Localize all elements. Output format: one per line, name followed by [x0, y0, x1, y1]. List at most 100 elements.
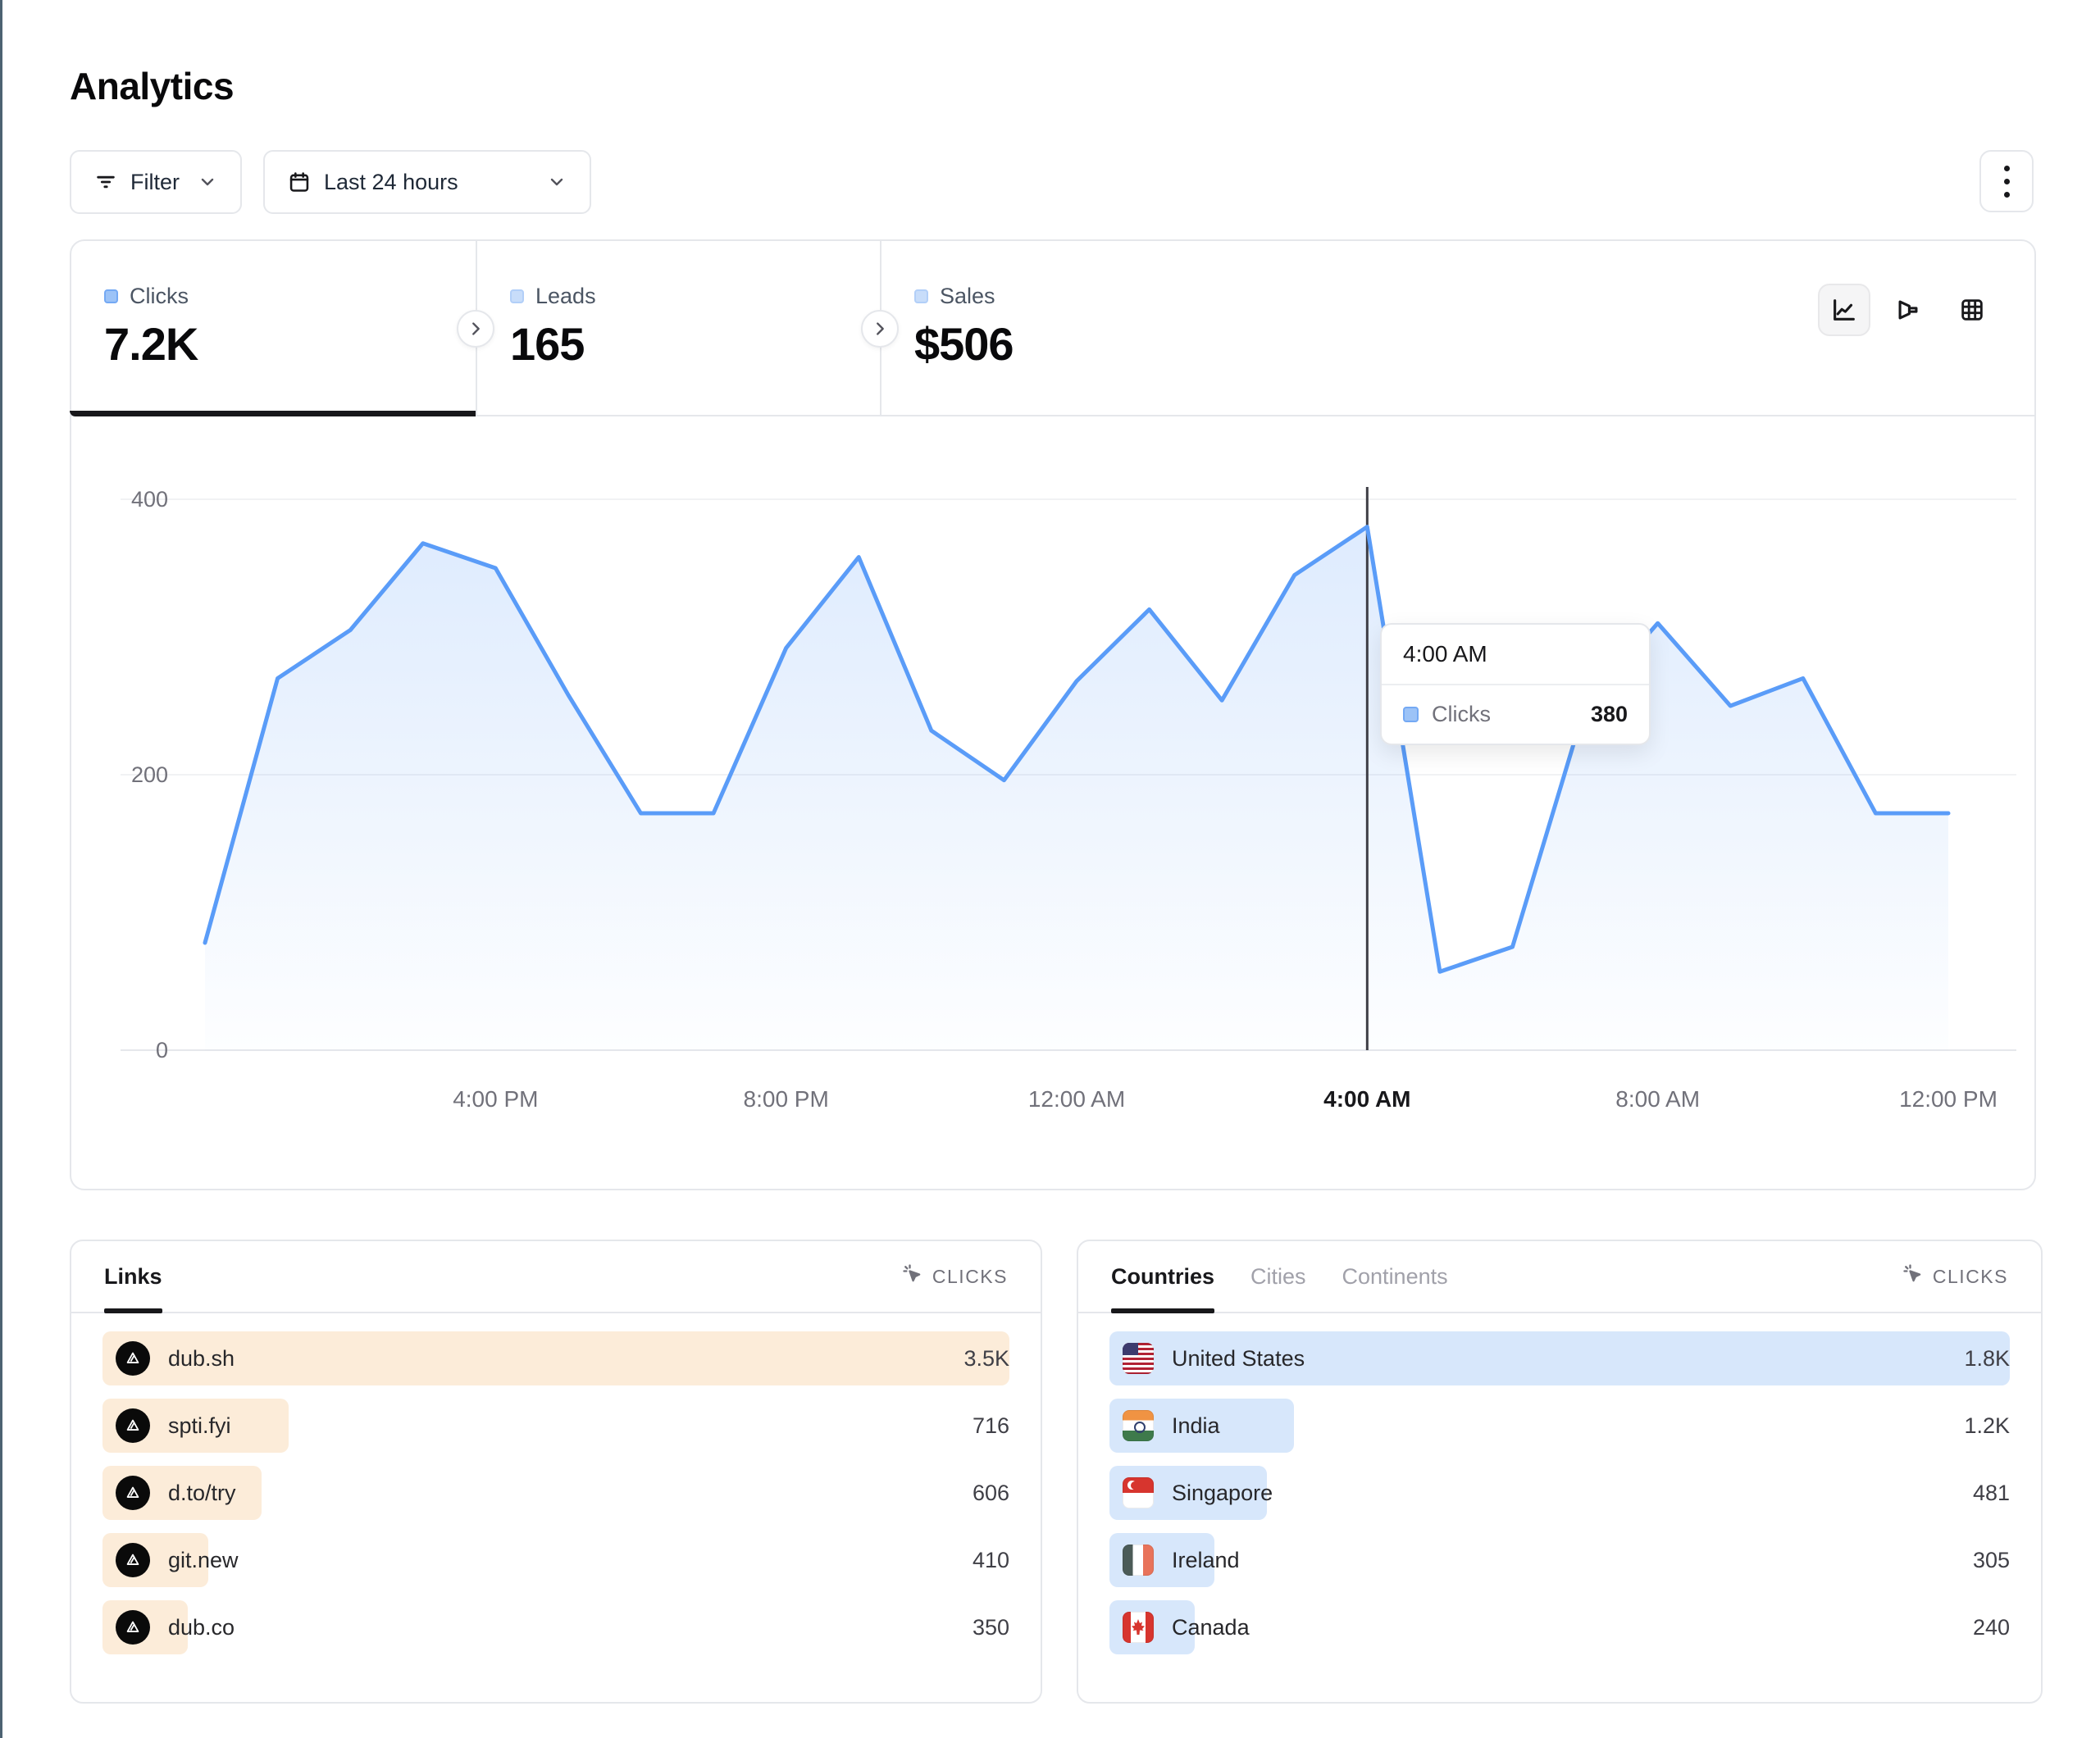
- dub-logo-icon: [116, 1341, 150, 1376]
- svg-text:12:00 AM: 12:00 AM: [1028, 1086, 1125, 1112]
- tab-continents[interactable]: Continents: [1342, 1241, 1448, 1312]
- chart-view-toggles: [1818, 284, 1998, 336]
- link-label: spti.fyi: [168, 1413, 231, 1439]
- leads-legend-chip: [510, 289, 524, 303]
- expand-leads-chevron-button[interactable]: [861, 310, 899, 348]
- stat-tab-clicks[interactable]: Clicks 7.2K: [71, 241, 476, 415]
- country-flag-icon: [1123, 1545, 1154, 1576]
- clicks-timeseries-plot[interactable]: 0 200 400 4:00 PM 8:00 PM 12:00 AM 4:00 AM 8:00…: [71, 416, 2034, 1190]
- countries-panel: Countries Cities Continents CLICKS United …: [1077, 1240, 2043, 1704]
- tab-countries[interactable]: Countries: [1111, 1241, 1214, 1312]
- tooltip-time: 4:00 AM: [1382, 625, 1649, 684]
- country-label: United States: [1172, 1346, 1305, 1372]
- country-label: Singapore: [1172, 1481, 1273, 1506]
- svg-text:400: 400: [131, 487, 168, 512]
- clicks-legend-chip: [104, 289, 118, 303]
- country-label: India: [1172, 1413, 1220, 1439]
- page-title: Analytics: [70, 64, 234, 108]
- country-row[interactable]: United States 1.8K: [1109, 1331, 2010, 1385]
- link-clicks-value: 410: [973, 1548, 1009, 1573]
- link-label: dub.sh: [168, 1346, 235, 1372]
- stat-label: Leads: [535, 284, 596, 309]
- svg-text:4:00 PM: 4:00 PM: [453, 1086, 538, 1112]
- country-row[interactable]: Ireland 305: [1109, 1533, 2010, 1587]
- svg-text:200: 200: [131, 762, 168, 787]
- stat-tab-leads[interactable]: Leads 165: [476, 241, 880, 415]
- link-row[interactable]: d.to/try 606: [102, 1466, 1009, 1520]
- link-bar: [102, 1331, 1009, 1385]
- svg-text:4:00 AM: 4:00 AM: [1323, 1086, 1410, 1112]
- stat-value-leads: 165: [510, 317, 880, 371]
- country-flag-icon: [1123, 1410, 1154, 1441]
- chevron-down-icon: [198, 172, 217, 192]
- link-clicks-value: 606: [973, 1481, 1009, 1506]
- stats-tabs-row: Clicks 7.2K Leads 165 Sales $506: [71, 241, 2034, 416]
- filter-button[interactable]: Filter: [70, 150, 242, 214]
- analytics-page: Analytics Filter Last 24 hours: [0, 0, 2100, 1738]
- stat-tab-sales[interactable]: Sales $506: [880, 241, 1284, 415]
- line-chart-view-button[interactable]: [1818, 284, 1870, 336]
- country-label: Ireland: [1172, 1548, 1240, 1573]
- more-options-button[interactable]: [1979, 150, 2034, 212]
- tooltip-value: 380: [1591, 702, 1628, 727]
- dub-logo-icon: [116, 1610, 150, 1645]
- tooltip-series-name: Clicks: [1432, 702, 1491, 727]
- tab-cities[interactable]: Cities: [1250, 1241, 1306, 1312]
- country-clicks-value: 1.2K: [1964, 1413, 2010, 1439]
- link-row[interactable]: git.new 410: [102, 1533, 1009, 1587]
- link-row[interactable]: dub.co 350: [102, 1600, 1009, 1654]
- cursor-click-icon: [1902, 1263, 1925, 1290]
- links-list: dub.sh 3.5K spti.fyi 716 d.to/try 606: [71, 1313, 1041, 1654]
- date-range-button[interactable]: Last 24 hours: [263, 150, 591, 214]
- country-row[interactable]: India 1.2K: [1109, 1399, 2010, 1453]
- country-row[interactable]: Singapore 481: [1109, 1466, 2010, 1520]
- toolbar: Filter Last 24 hours: [70, 150, 591, 214]
- dub-logo-icon: [116, 1408, 150, 1443]
- svg-text:12:00 PM: 12:00 PM: [1899, 1086, 1998, 1112]
- table-view-button[interactable]: [1946, 284, 1998, 336]
- svg-text:8:00 AM: 8:00 AM: [1615, 1086, 1700, 1112]
- stat-value-sales: $506: [914, 317, 1284, 371]
- sales-legend-chip: [914, 289, 928, 303]
- funnel-view-button[interactable]: [1882, 284, 1934, 336]
- chart-tooltip: 4:00 AM Clicks 380: [1380, 623, 1651, 745]
- link-label: git.new: [168, 1548, 239, 1573]
- country-label: Canada: [1172, 1615, 1250, 1640]
- link-clicks-value: 3.5K: [963, 1346, 1009, 1372]
- country-clicks-value: 305: [1973, 1548, 2010, 1573]
- dub-logo-icon: [116, 1543, 150, 1577]
- country-flag-icon: [1123, 1343, 1154, 1374]
- tab-links[interactable]: Links: [104, 1241, 162, 1312]
- stat-label: Sales: [940, 284, 995, 309]
- links-metric-badge[interactable]: CLICKS: [901, 1263, 1008, 1290]
- link-label: dub.co: [168, 1615, 235, 1640]
- expand-clicks-chevron-button[interactable]: [457, 310, 494, 348]
- stat-value-clicks: 7.2K: [104, 317, 476, 371]
- link-label: d.to/try: [168, 1481, 236, 1506]
- country-row[interactable]: Canada 240: [1109, 1600, 2010, 1654]
- countries-metric-badge[interactable]: CLICKS: [1902, 1263, 2008, 1290]
- calendar-icon: [288, 171, 311, 193]
- country-flag-icon: [1123, 1612, 1154, 1643]
- dub-logo-icon: [116, 1476, 150, 1510]
- date-range-label: Last 24 hours: [324, 170, 458, 195]
- countries-tabs: Countries Cities Continents: [1111, 1241, 1448, 1312]
- stat-label: Clicks: [130, 284, 189, 309]
- link-row[interactable]: dub.sh 3.5K: [102, 1331, 1009, 1385]
- chevron-down-icon: [547, 172, 567, 192]
- svg-text:8:00 PM: 8:00 PM: [744, 1086, 829, 1112]
- country-clicks-value: 240: [1973, 1615, 2010, 1640]
- link-row[interactable]: spti.fyi 716: [102, 1399, 1009, 1453]
- filter-funnel-icon: [94, 171, 117, 193]
- tooltip-legend-chip: [1403, 707, 1419, 722]
- country-flag-icon: [1123, 1477, 1154, 1508]
- analytics-chart-card: Clicks 7.2K Leads 165 Sales $506: [70, 239, 2036, 1190]
- svg-text:0: 0: [156, 1038, 168, 1062]
- country-clicks-value: 1.8K: [1964, 1346, 2010, 1372]
- area-chart: 0 200 400 4:00 PM 8:00 PM 12:00 AM 4:00 AM 8:00…: [71, 416, 2034, 1190]
- metric-label: CLICKS: [1933, 1266, 2008, 1288]
- filter-button-label: Filter: [130, 170, 180, 195]
- metric-label: CLICKS: [932, 1266, 1008, 1288]
- cursor-click-icon: [901, 1263, 924, 1290]
- link-clicks-value: 350: [973, 1615, 1009, 1640]
